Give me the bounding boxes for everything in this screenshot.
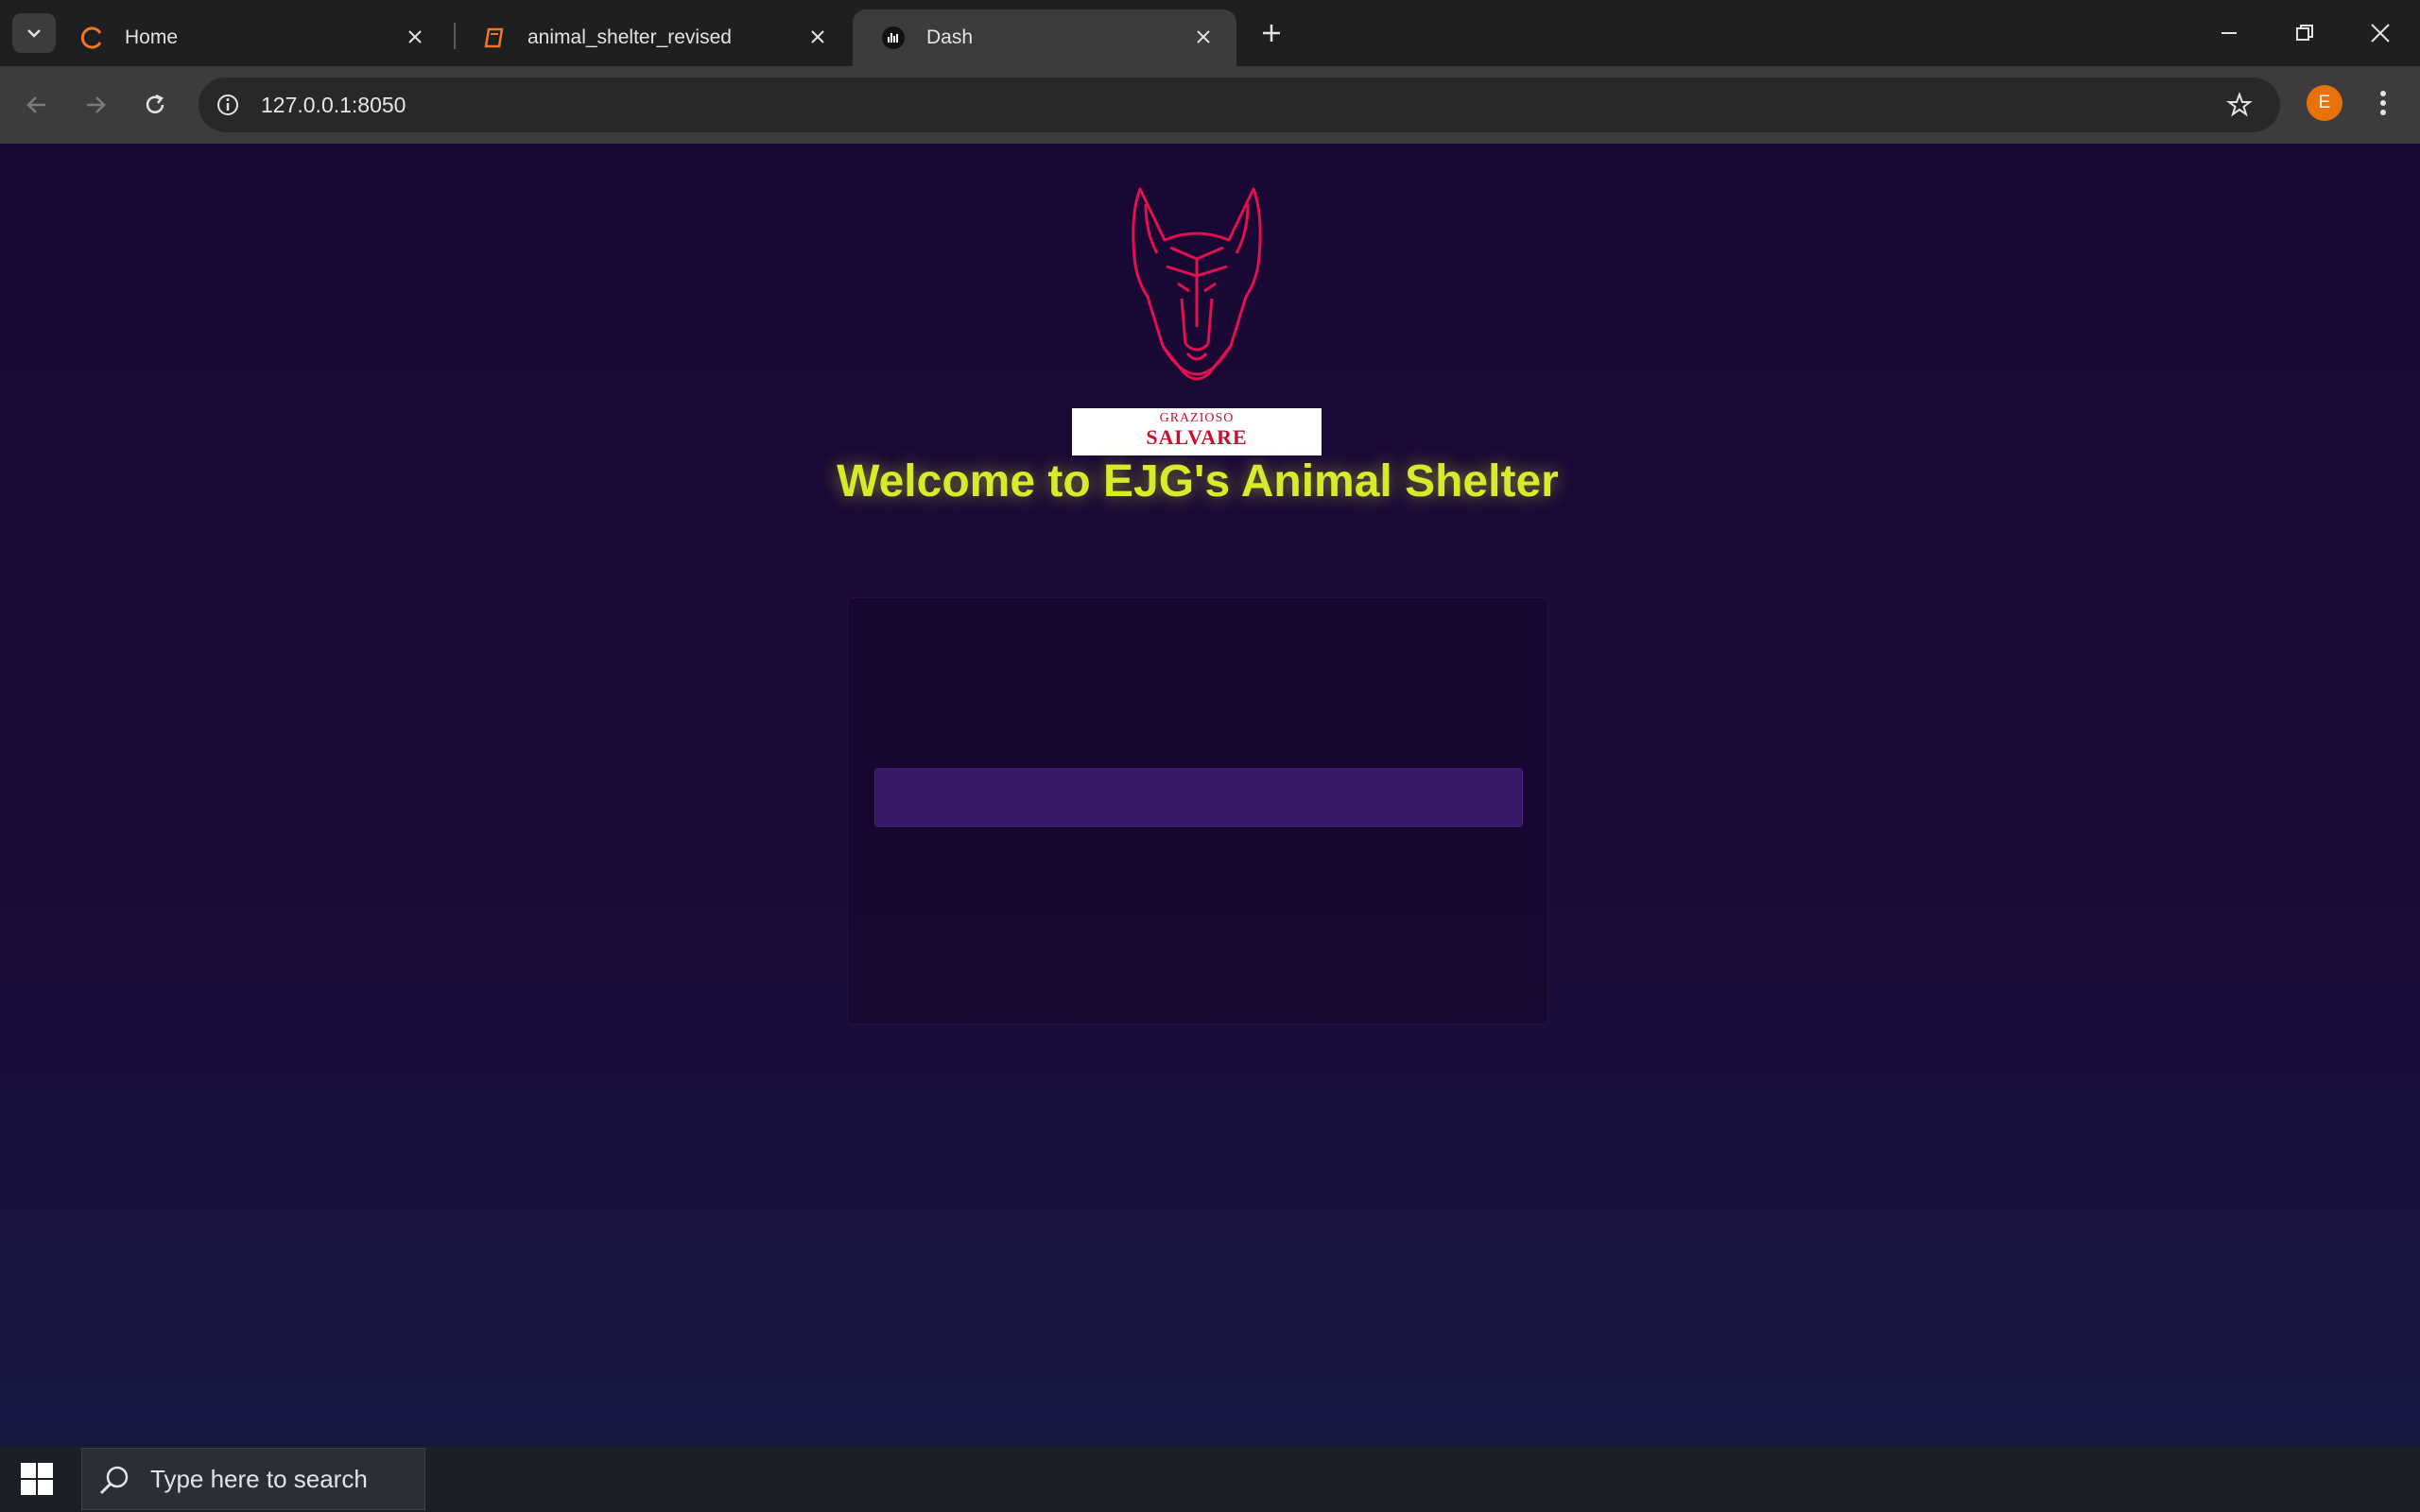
close-icon[interactable]: [1191, 25, 1216, 49]
close-icon[interactable]: [805, 25, 830, 49]
tab-label: animal_shelter_revised: [527, 26, 732, 48]
profile-avatar[interactable]: E: [2307, 85, 2342, 121]
taskbar-search[interactable]: Type here to search: [81, 1448, 425, 1510]
restore-button[interactable]: [2276, 11, 2333, 55]
address-bar[interactable]: 127.0.0.1:8050: [199, 77, 2280, 132]
logo-text-salvare: SALVARE: [1146, 425, 1248, 449]
info-icon[interactable]: [212, 89, 244, 121]
username-field-wrapper: [874, 768, 1523, 827]
search-placeholder: Type here to search: [150, 1464, 368, 1493]
tab-search-icon: [27, 29, 41, 38]
restore-icon: [2296, 25, 2313, 41]
window-close-button[interactable]: [2352, 11, 2409, 55]
kebab-menu-icon[interactable]: [2365, 85, 2401, 121]
star-icon[interactable]: [2223, 89, 2256, 121]
logo-plate: GRAZIOSO SALVARE: [1072, 408, 1322, 455]
browser-toolbar: 127.0.0.1:8050 E: [0, 66, 2420, 144]
page-viewport: GRAZIOSO SALVARE Welcome to EJG's Animal…: [0, 144, 2420, 1446]
search-icon: [99, 1466, 129, 1495]
minimize-icon: [2221, 32, 2237, 34]
minimize-button[interactable]: [2201, 11, 2257, 55]
forward-icon: [87, 96, 106, 113]
close-icon[interactable]: [403, 25, 427, 49]
reload-icon: [146, 94, 164, 113]
new-tab-button[interactable]: [1253, 15, 1289, 51]
tab-label: Dash: [926, 26, 974, 48]
tab-animal-shelter-revised[interactable]: animal_shelter_revised: [454, 9, 851, 66]
login-form: [847, 597, 1548, 1024]
shelter-logo: GRAZIOSO SALVARE: [1072, 185, 1322, 455]
url-text[interactable]: 127.0.0.1:8050: [261, 77, 406, 132]
tab-search-button[interactable]: [12, 13, 56, 53]
page-title: Welcome to EJG's Animal Shelter: [837, 456, 1559, 507]
forward-button[interactable]: [74, 83, 117, 127]
back-button[interactable]: [15, 83, 59, 127]
plus-icon: [1263, 25, 1280, 42]
back-icon: [26, 96, 45, 113]
tab-strip: Home animal_shelter_revised Dash: [0, 0, 2420, 66]
dog-logo-icon: [1132, 187, 1262, 381]
tab-label: Home: [125, 26, 179, 48]
tab-home[interactable]: Home: [51, 9, 448, 66]
close-icon: [2371, 24, 2390, 43]
windows-start-icon[interactable]: [21, 1463, 53, 1495]
notebook-favicon-icon: [482, 26, 507, 50]
dash-favicon-icon: [881, 26, 906, 50]
reload-button[interactable]: [133, 83, 177, 127]
windows-taskbar: Type here to search: [0, 1446, 2420, 1512]
swirl-favicon-icon: [79, 26, 104, 50]
tab-dash[interactable]: Dash: [853, 9, 1236, 66]
logo-text-grazioso: GRAZIOSO: [1159, 411, 1235, 425]
